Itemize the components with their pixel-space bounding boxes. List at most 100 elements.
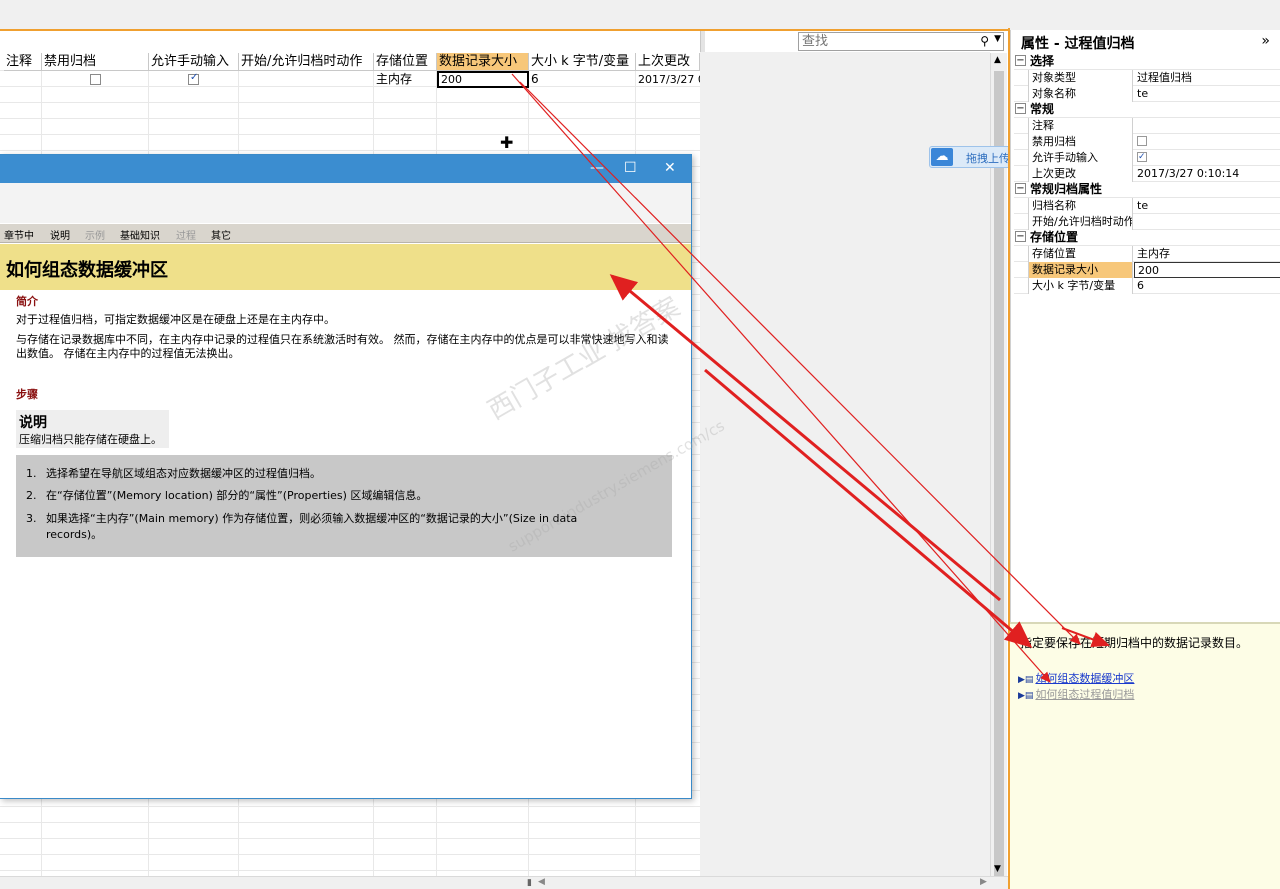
help-link-label[interactable]: 如何组态数据缓冲区 (1035, 672, 1134, 685)
horizontal-scrollbar[interactable]: ▮ ◀ ▶ (0, 876, 1010, 889)
note-title: 说明 (19, 415, 47, 431)
search-icon[interactable]: ⚲ (980, 34, 989, 48)
steps-title: 步骤 (16, 388, 38, 401)
manual-input-checkbox[interactable] (188, 72, 199, 85)
tab-other[interactable]: 其它 (211, 227, 231, 242)
step-item: 2. 在“存储位置”(Memory location) 部分的“属性”(Prope… (26, 489, 428, 502)
tab-example[interactable]: 示例 (85, 227, 105, 242)
maximize-icon[interactable]: ☐ (624, 160, 637, 176)
scroll-right-icon[interactable]: ▶ (980, 877, 987, 887)
scroll-down-icon[interactable]: ▼ (994, 864, 1001, 874)
column-header-record-size[interactable]: 数据记录大小 (437, 53, 529, 71)
property-row[interactable]: 注释 (1014, 118, 1280, 134)
tab-description[interactable]: 说明 (50, 227, 70, 242)
step-text: 选择希望在导航区域组态对应数据缓冲区的过程值归档。 (46, 467, 321, 480)
step-text: 如果选择“主内存”(Main memory) 作为存储位置，则必须输入数据缓冲区… (46, 512, 578, 541)
search-box[interactable]: ⚲ ▼ (798, 32, 1004, 51)
disable-archiving-property-checkbox[interactable] (1137, 136, 1147, 146)
splitter-grip-icon[interactable]: ▮ (527, 878, 532, 888)
record-size-cell[interactable]: 200 (437, 71, 529, 88)
disable-archiving-checkbox[interactable] (90, 74, 101, 85)
category-label: 常规 (1030, 102, 1055, 116)
property-category[interactable]: − 存储位置 (1014, 230, 1280, 246)
help-link-label[interactable]: 如何组态过程值归档 (1035, 688, 1134, 701)
property-value[interactable]: 2017/3/27 0:10:14 (1134, 166, 1280, 182)
last-change-cell[interactable]: 2017/3/27 0 (636, 71, 700, 88)
expand-panel-icon[interactable]: » (1261, 33, 1270, 49)
chevron-down-icon[interactable]: ▼ (994, 34, 1001, 44)
table-row[interactable]: 主内存 200 6 2017/3/27 0 (0, 71, 700, 88)
collapse-icon[interactable]: − (1015, 231, 1026, 242)
manual-input-property-checkbox[interactable] (1137, 150, 1147, 165)
properties-title: 属性 - 过程值归档 (1021, 36, 1135, 52)
property-row[interactable]: 对象名称 te (1014, 86, 1280, 102)
vertical-scrollbar[interactable]: ▲ ▼ (990, 53, 1007, 879)
note-body: 压缩归档只能存储在硬盘上。 (19, 433, 162, 446)
help-window-titlebar[interactable]: — ☐ ✕ (0, 155, 691, 183)
minimize-icon[interactable]: — (590, 160, 604, 176)
tab-basics[interactable]: 基础知识 (120, 227, 160, 242)
collapse-icon[interactable]: − (1015, 55, 1026, 66)
property-key: 开始/允许归档时动作 (1028, 214, 1133, 230)
property-value[interactable]: te (1134, 86, 1280, 102)
property-row[interactable]: 存储位置 主内存 (1014, 246, 1280, 262)
help-toolbar (0, 183, 691, 223)
category-label: 常规归档属性 (1030, 182, 1103, 196)
property-value[interactable]: te (1134, 198, 1280, 214)
property-category[interactable]: − 常规归档属性 (1014, 182, 1280, 198)
step-text: 在“存储位置”(Memory location) 部分的“属性”(Propert… (46, 489, 428, 502)
property-value[interactable]: 200 (1134, 262, 1280, 278)
property-grid: − 选择 对象类型 过程值归档 对象名称 te − 常规 注释 禁用归档 允许手动输入 … (1014, 54, 1280, 294)
property-row-selected[interactable]: 数据记录大小 200 (1014, 262, 1280, 278)
property-key: 允许手动输入 (1028, 150, 1133, 166)
scrollbar-thumb[interactable] (994, 71, 1004, 879)
column-header-note[interactable]: 注释 (4, 53, 42, 71)
property-value[interactable]: 6 (1134, 278, 1280, 294)
property-value[interactable] (1134, 134, 1280, 150)
property-category[interactable]: − 常规 (1014, 102, 1280, 118)
top-toolbar-band (0, 0, 1280, 30)
property-row[interactable]: 对象类型 过程值归档 (1014, 70, 1280, 86)
property-key: 注释 (1028, 118, 1133, 134)
column-header-manual-input[interactable]: 允许手动输入 (149, 53, 239, 71)
column-header-disable-archiving[interactable]: 禁用归档 (42, 53, 149, 71)
property-value[interactable] (1134, 118, 1280, 134)
property-value[interactable]: 过程值归档 (1134, 70, 1280, 86)
property-help-pane: 指定要保存在短期归档中的数据记录数目。 ▶▤ 如何组态数据缓冲区 ▶▤ 如何组态过程… (1010, 622, 1280, 889)
column-header-start-action[interactable]: 开始/允许归档时动作 (239, 53, 374, 71)
close-icon[interactable]: ✕ (664, 160, 676, 176)
property-category[interactable]: − 选择 (1014, 54, 1280, 70)
property-row[interactable]: 允许手动输入 (1014, 150, 1280, 166)
property-key: 对象名称 (1028, 86, 1133, 102)
property-value[interactable]: 主内存 (1134, 246, 1280, 262)
size-kb-cell[interactable]: 6 (529, 71, 635, 88)
column-header-storage[interactable]: 存储位置 (374, 53, 437, 71)
help-link-process-archive[interactable]: ▶▤ 如何组态过程值归档 (1018, 686, 1134, 702)
help-heading-bar: 如何组态数据缓冲区 (0, 244, 691, 290)
note-box: 说明 压缩归档只能存储在硬盘上。 (16, 410, 169, 448)
empty-workspace (700, 52, 990, 876)
property-row[interactable]: 归档名称 te (1014, 198, 1280, 214)
search-input[interactable] (799, 33, 969, 50)
category-label: 选择 (1030, 54, 1055, 68)
property-row[interactable]: 大小 k 字节/变量 6 (1014, 278, 1280, 294)
property-value[interactable] (1134, 214, 1280, 230)
tab-chapter[interactable]: 章节中 (4, 227, 34, 242)
collapse-icon[interactable]: − (1015, 103, 1026, 114)
column-header-size-kb[interactable]: 大小 k 字节/变量 (529, 53, 636, 71)
cloud-icon: ☁ (931, 148, 953, 166)
property-key: 上次更改 (1028, 166, 1133, 182)
column-header-last-change[interactable]: 上次更改 (636, 53, 700, 71)
property-value[interactable] (1134, 150, 1280, 166)
scroll-left-icon[interactable]: ◀ (538, 877, 545, 887)
property-row[interactable]: 上次更改 2017/3/27 0:10:14 (1014, 166, 1280, 182)
collapse-icon[interactable]: − (1015, 183, 1026, 194)
storage-cell[interactable]: 主内存 (374, 71, 436, 88)
property-row[interactable]: 开始/允许归档时动作 (1014, 214, 1280, 230)
property-row[interactable]: 禁用归档 (1014, 134, 1280, 150)
tab-procedure[interactable]: 过程 (176, 227, 196, 242)
scroll-up-icon[interactable]: ▲ (994, 55, 1001, 65)
help-link-data-buffer[interactable]: ▶▤ 如何组态数据缓冲区 (1018, 670, 1134, 686)
property-key: 存储位置 (1028, 246, 1133, 262)
help-topic-icon: ▶▤ (1018, 675, 1034, 685)
